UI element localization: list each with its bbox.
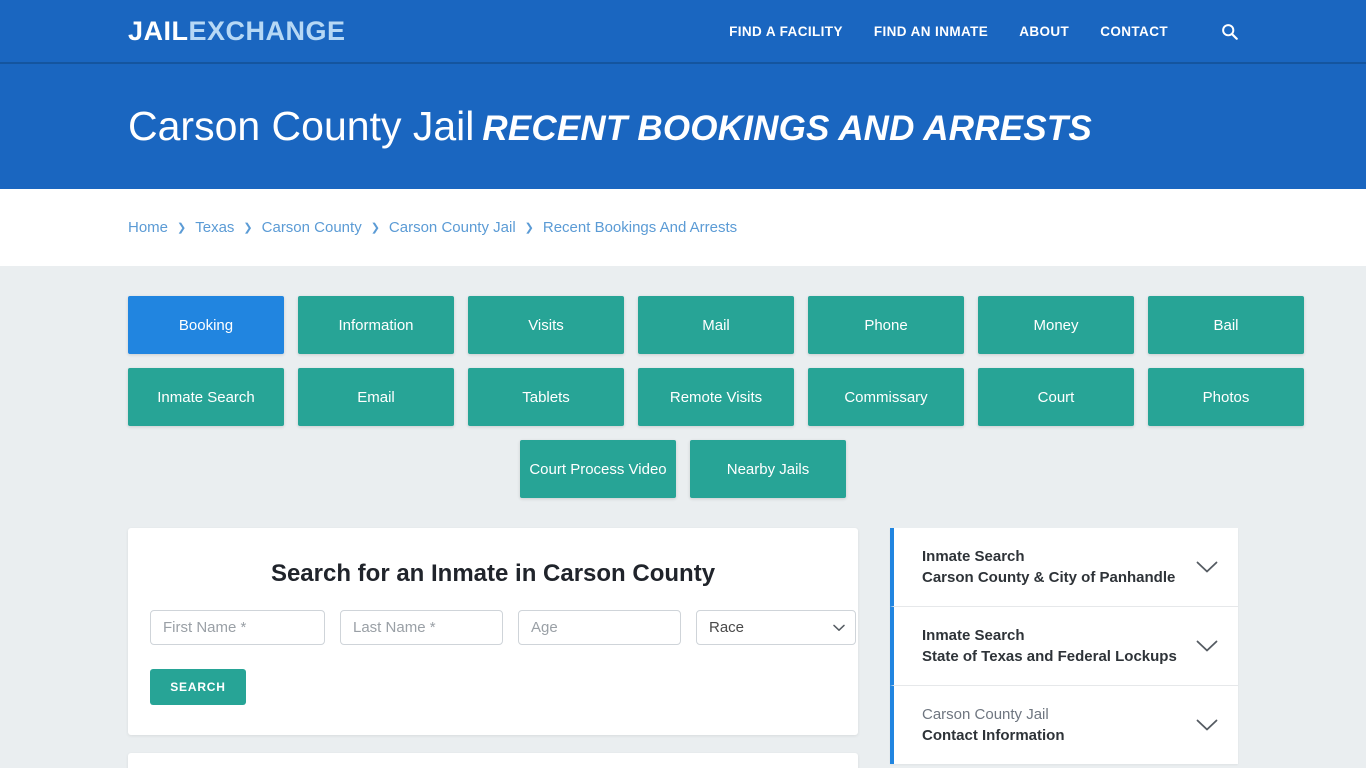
- chevron-right-icon: ❯: [370, 222, 380, 234]
- tab-remote-visits[interactable]: Remote Visits: [638, 368, 794, 426]
- tab-bail[interactable]: Bail: [1148, 296, 1304, 354]
- page-content: Booking Information Visits Mail Phone Mo…: [0, 266, 1366, 768]
- page-hero-banner: Carson County Jail RECENT BOOKINGS AND AR…: [0, 64, 1366, 189]
- breadcrumb-item-texas[interactable]: Texas: [195, 219, 234, 236]
- accordion-item-subtitle: Contact Information: [922, 727, 1065, 744]
- chevron-down-icon[interactable]: [1196, 719, 1218, 732]
- top-navigation-bar: JAILEXCHANGE FIND A FACILITY FIND AN INM…: [0, 0, 1366, 64]
- tab-booking[interactable]: Booking: [128, 296, 284, 354]
- chevron-right-icon: ❯: [524, 222, 534, 234]
- tab-court-process-video[interactable]: Court Process Video: [520, 440, 676, 498]
- tab-row-3: Court Process Video Nearby Jails: [128, 440, 1238, 498]
- tab-court[interactable]: Court: [978, 368, 1134, 426]
- site-logo[interactable]: JAILEXCHANGE: [128, 16, 346, 47]
- chevron-right-icon: ❯: [177, 222, 187, 234]
- accordion-item-text: Carson County Jail Contact Information: [922, 704, 1184, 746]
- accordion-item-contact-information[interactable]: Carson County Jail Contact Information: [890, 686, 1238, 764]
- accordion-item-title: Carson County Jail: [922, 706, 1049, 723]
- chevron-right-icon: ❯: [243, 222, 253, 234]
- tab-inmate-search[interactable]: Inmate Search: [128, 368, 284, 426]
- accordion-item-subtitle: Carson County & City of Panhandle: [922, 569, 1176, 586]
- facility-tab-grid: Booking Information Visits Mail Phone Mo…: [128, 266, 1304, 498]
- chevron-down-icon[interactable]: [1196, 561, 1218, 574]
- search-submit-button[interactable]: SEARCH: [150, 669, 246, 705]
- page-title-main: Carson County Jail: [128, 103, 475, 149]
- tab-photos[interactable]: Photos: [1148, 368, 1304, 426]
- breadcrumb: Home ❯ Texas ❯ Carson County ❯ Carson Co…: [128, 219, 737, 236]
- race-select-wrapper: Race: [696, 610, 856, 645]
- tab-tablets[interactable]: Tablets: [468, 368, 624, 426]
- search-fields-row: Race: [150, 610, 856, 645]
- tab-mail[interactable]: Mail: [638, 296, 794, 354]
- tab-nearby-jails[interactable]: Nearby Jails: [690, 440, 846, 498]
- breadcrumb-item-recent-bookings-and-arrests[interactable]: Recent Bookings And Arrests: [543, 219, 737, 236]
- chevron-down-icon[interactable]: [1196, 640, 1218, 653]
- primary-nav: FIND A FACILITY FIND AN INMATE ABOUT CON…: [729, 23, 1238, 40]
- inmate-search-card: Search for an Inmate in Carson County Ra…: [128, 528, 858, 735]
- tab-row-2: Inmate Search Email Tablets Remote Visit…: [128, 368, 1304, 426]
- breadcrumb-item-carson-county[interactable]: Carson County: [262, 219, 362, 236]
- logo-text-secondary: EXCHANGE: [188, 15, 346, 46]
- breadcrumb-item-home[interactable]: Home: [128, 219, 168, 236]
- accordion-item-title: Inmate Search: [922, 627, 1025, 644]
- tab-phone[interactable]: Phone: [808, 296, 964, 354]
- left-column: Search for an Inmate in Carson County Ra…: [128, 528, 858, 768]
- tab-row-1: Booking Information Visits Mail Phone Mo…: [128, 296, 1304, 354]
- nav-item-contact[interactable]: CONTACT: [1100, 24, 1168, 39]
- page-title: Carson County Jail RECENT BOOKINGS AND AR…: [128, 106, 1092, 147]
- accordion-item-subtitle: State of Texas and Federal Lockups: [922, 648, 1177, 665]
- main-columns: Search for an Inmate in Carson County Ra…: [128, 528, 1238, 768]
- search-icon[interactable]: [1221, 23, 1238, 40]
- accordion-item-text: Inmate Search Carson County & City of Pa…: [922, 546, 1184, 588]
- nav-item-about[interactable]: ABOUT: [1019, 24, 1069, 39]
- tab-information[interactable]: Information: [298, 296, 454, 354]
- accordion-item-inmate-search-state[interactable]: Inmate Search State of Texas and Federal…: [890, 607, 1238, 686]
- nav-item-find-a-facility[interactable]: FIND A FACILITY: [729, 24, 843, 39]
- right-sidebar: Inmate Search Carson County & City of Pa…: [890, 528, 1238, 764]
- breadcrumb-bar: Home ❯ Texas ❯ Carson County ❯ Carson Co…: [0, 189, 1366, 266]
- last-name-input[interactable]: [340, 610, 503, 645]
- first-name-input[interactable]: [150, 610, 325, 645]
- breadcrumb-item-carson-county-jail[interactable]: Carson County Jail: [389, 219, 516, 236]
- nav-item-find-an-inmate[interactable]: FIND AN INMATE: [874, 24, 988, 39]
- accordion-item-inmate-search-county[interactable]: Inmate Search Carson County & City of Pa…: [890, 528, 1238, 607]
- search-card-heading: Search for an Inmate in Carson County: [270, 560, 716, 587]
- logo-text-primary: JAIL: [128, 15, 189, 46]
- age-input[interactable]: [518, 610, 681, 645]
- accordion-item-text: Inmate Search State of Texas and Federal…: [922, 625, 1184, 667]
- tab-commissary[interactable]: Commissary: [808, 368, 964, 426]
- accordion-item-title: Inmate Search: [922, 548, 1025, 565]
- tab-visits[interactable]: Visits: [468, 296, 624, 354]
- tab-email[interactable]: Email: [298, 368, 454, 426]
- faq-card: Frequently Asked Questions about Carson …: [128, 753, 858, 768]
- race-select[interactable]: Race: [696, 610, 856, 645]
- page-title-subtitle: RECENT BOOKINGS AND ARRESTS: [482, 109, 1092, 148]
- tab-money[interactable]: Money: [978, 296, 1134, 354]
- sidebar-accordion: Inmate Search Carson County & City of Pa…: [890, 528, 1238, 764]
